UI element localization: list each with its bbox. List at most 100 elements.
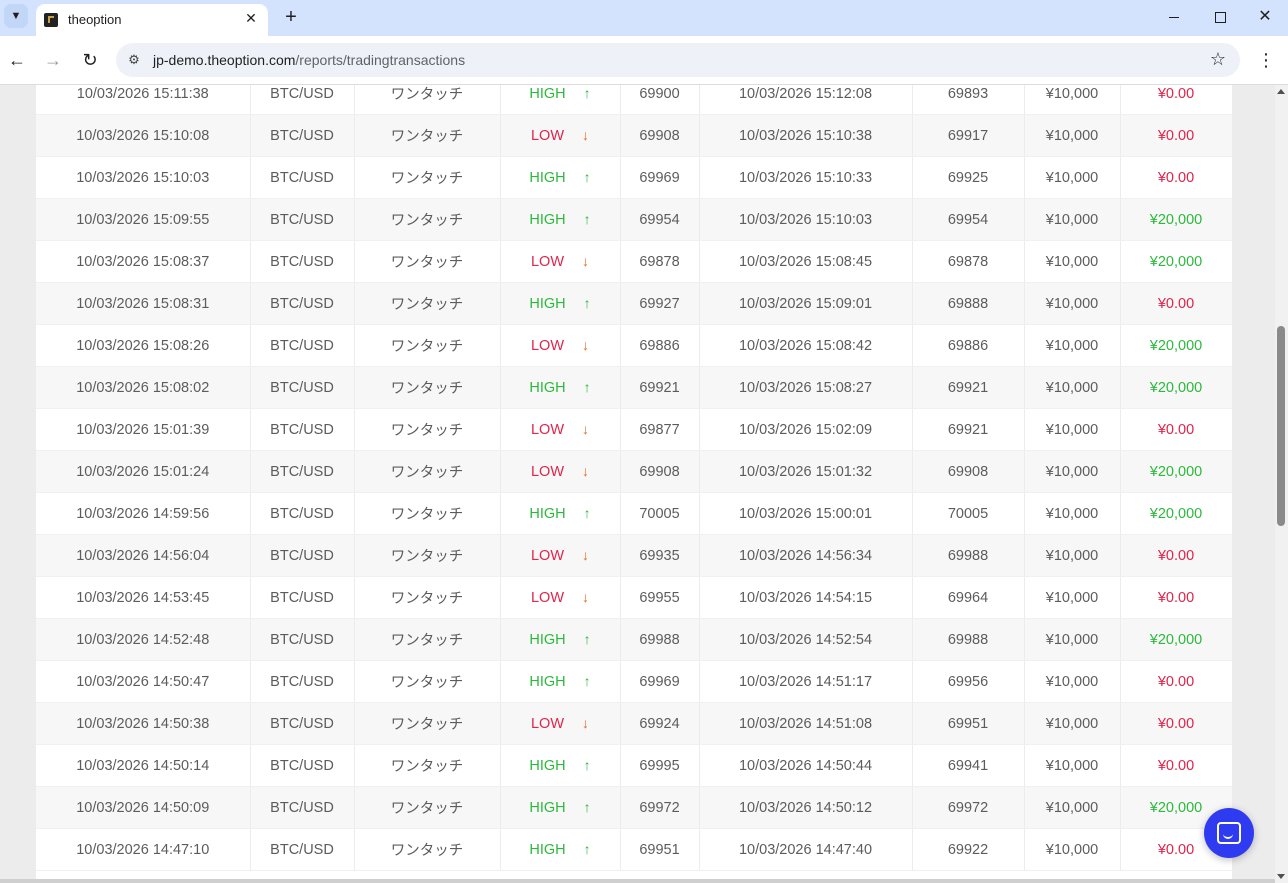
close-price-value: 69886	[947, 337, 989, 354]
direction-label: HIGH	[529, 842, 566, 858]
browser-menu-icon[interactable]: ⋮	[1256, 48, 1276, 72]
cell-direction: HIGH ↑	[500, 744, 621, 787]
maximize-button[interactable]	[1197, 0, 1243, 34]
scroll-up-arrow-icon[interactable]	[1277, 89, 1285, 94]
payout-value: ¥0.00	[1157, 169, 1195, 186]
close-price-value: 69908	[947, 463, 989, 480]
direction-label: HIGH	[529, 758, 566, 774]
vertical-scrollbar[interactable]	[1275, 85, 1288, 883]
amount-value: ¥10,000	[1045, 757, 1099, 774]
open-price-value: 69951	[639, 841, 680, 858]
cell-asset: BTC/USD	[250, 282, 355, 325]
cell-payout: ¥0.00	[1120, 85, 1233, 115]
cell-close-price: 69886	[912, 324, 1025, 367]
asset-value: BTC/USD	[270, 841, 334, 858]
new-tab-button[interactable]: +	[280, 6, 302, 28]
cell-direction: HIGH ↑	[500, 198, 621, 241]
reload-button[interactable]: ↻	[78, 48, 102, 72]
open-price-value: 69908	[639, 463, 680, 480]
cell-payout: ¥0.00	[1120, 702, 1233, 745]
arrow-down-icon: ↓	[582, 547, 590, 563]
type-value: ワンタッチ	[390, 255, 464, 271]
address-bar[interactable]: ⚙ jp-demo.theoption.com/reports/tradingt…	[116, 43, 1240, 77]
arrow-up-icon: ↑	[583, 673, 591, 689]
cell-open-price: 69969	[620, 156, 700, 199]
cell-open-price: 69877	[620, 408, 700, 451]
cell-direction: HIGH ↑	[500, 492, 621, 535]
payout-value: ¥0.00	[1157, 589, 1195, 606]
cell-close-time: 10/03/2026 14:51:08	[699, 702, 913, 745]
tab-theoption[interactable]: theoption ✕	[36, 4, 268, 36]
bookmark-star-icon[interactable]: ☆	[1210, 49, 1226, 70]
payout-value: ¥0.00	[1157, 673, 1195, 690]
back-button[interactable]: ←	[5, 48, 29, 72]
cell-type: ワンタッチ	[354, 450, 501, 493]
table-row: 10/03/2026 15:01:39 BTC/USD ワンタッチ LOW ↓ 69877…	[36, 408, 1233, 451]
asset-value: BTC/USD	[270, 85, 334, 102]
minimize-button[interactable]	[1151, 0, 1197, 34]
tab-search-button[interactable]: ▼	[4, 4, 28, 28]
site-info-icon[interactable]: ⚙	[124, 50, 144, 70]
asset-value: BTC/USD	[270, 253, 334, 270]
cell-direction: LOW ↓	[500, 702, 621, 745]
cell-direction: LOW ↓	[500, 534, 621, 577]
cell-open-price: 69908	[620, 114, 700, 157]
amount-value: ¥10,000	[1045, 799, 1099, 816]
amount-value: ¥10,000	[1045, 841, 1099, 858]
cell-close-price: 69888	[912, 282, 1025, 325]
cell-type: ワンタッチ	[354, 408, 501, 451]
open-time-value: 10/03/2026 15:08:37	[76, 253, 210, 270]
cell-asset: BTC/USD	[250, 702, 355, 745]
amount-value: ¥10,000	[1045, 673, 1099, 690]
close-price-value: 69922	[947, 841, 989, 858]
scroll-down-arrow-icon[interactable]	[1277, 874, 1285, 879]
cell-close-price: 69972	[912, 786, 1025, 829]
asset-value: BTC/USD	[270, 799, 334, 816]
cell-payout: ¥0.00	[1120, 534, 1233, 577]
chevron-down-icon: ▼	[10, 10, 22, 22]
cell-type: ワンタッチ	[354, 828, 501, 871]
cell-asset: BTC/USD	[250, 240, 355, 283]
scrollbar-thumb[interactable]	[1277, 326, 1285, 526]
cell-asset: BTC/USD	[250, 450, 355, 493]
amount-value: ¥10,000	[1045, 295, 1099, 312]
cell-open-price: 69969	[620, 660, 700, 703]
table-row: 10/03/2026 15:01:24 BTC/USD ワンタッチ LOW ↓ 69908…	[36, 450, 1233, 493]
open-time-value: 10/03/2026 15:10:03	[76, 169, 210, 186]
cell-amount: ¥10,000	[1024, 240, 1121, 283]
open-price-value: 69878	[639, 253, 680, 270]
close-window-button[interactable]: ✕	[1242, 0, 1288, 34]
close-price-value: 69888	[947, 295, 989, 312]
arrow-down-icon: ↓	[582, 253, 590, 269]
close-tab-icon[interactable]: ✕	[242, 9, 260, 27]
payout-value: ¥20,000	[1149, 211, 1203, 228]
cell-asset: BTC/USD	[250, 492, 355, 535]
cell-payout: ¥20,000	[1120, 618, 1233, 661]
table-row: 10/03/2026 14:59:56 BTC/USD ワンタッチ HIGH ↑ 7000…	[36, 492, 1233, 535]
cell-open-time: 10/03/2026 15:10:03	[36, 156, 251, 199]
url-text[interactable]: jp-demo.theoption.com/reports/tradingtra…	[153, 52, 465, 68]
open-time-value: 10/03/2026 14:56:04	[76, 547, 210, 564]
cell-asset: BTC/USD	[250, 744, 355, 787]
cell-payout: ¥20,000	[1120, 198, 1233, 241]
cell-close-time: 10/03/2026 15:09:01	[699, 282, 913, 325]
chat-button[interactable]	[1204, 808, 1254, 858]
cell-direction: HIGH ↑	[500, 282, 621, 325]
close-time-value: 10/03/2026 14:54:15	[738, 589, 873, 606]
table-row: 10/03/2026 15:09:55 BTC/USD ワンタッチ HIGH ↑ 6995…	[36, 198, 1233, 241]
cell-close-time: 10/03/2026 14:50:44	[699, 744, 913, 787]
cell-type: ワンタッチ	[354, 114, 501, 157]
cell-open-price: 69924	[620, 702, 700, 745]
type-value: ワンタッチ	[390, 171, 464, 187]
table-row: 10/03/2026 15:11:38 BTC/USD ワンタッチ HIGH ↑ 6990…	[36, 85, 1233, 115]
asset-value: BTC/USD	[270, 757, 334, 774]
close-time-value: 10/03/2026 14:47:40	[738, 841, 873, 858]
payout-value: ¥20,000	[1149, 463, 1203, 480]
forward-button[interactable]: →	[41, 48, 65, 72]
cell-amount: ¥10,000	[1024, 324, 1121, 367]
cell-payout: ¥0.00	[1120, 282, 1233, 325]
cell-direction: HIGH ↑	[500, 156, 621, 199]
cell-open-price: 69900	[620, 85, 700, 115]
direction-label: HIGH	[529, 170, 566, 186]
horizontal-scrollbar[interactable]	[0, 879, 1275, 883]
